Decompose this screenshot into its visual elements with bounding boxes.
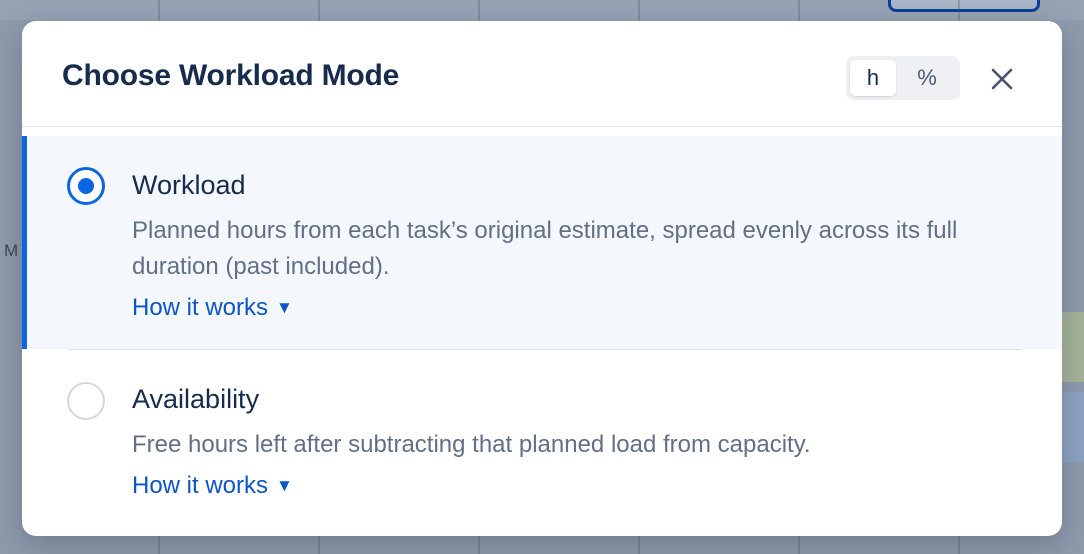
- background-bar-blue: [1062, 392, 1084, 462]
- background-column-label: M: [4, 241, 19, 260]
- option-workload[interactable]: Workload Planned hours from each task’s …: [22, 136, 1062, 349]
- option-workload-title: Workload: [132, 170, 246, 200]
- availability-radio[interactable]: [67, 382, 105, 420]
- option-workload-description: Planned hours from each task’s original …: [132, 217, 958, 280]
- link-label: How it works: [132, 472, 269, 499]
- caret-down-icon: ▼: [276, 476, 293, 495]
- workload-mode-dialog: Choose Workload Mode h % Workload Planne…: [22, 21, 1062, 536]
- workload-radio[interactable]: [67, 167, 105, 205]
- close-icon: [991, 68, 1013, 90]
- background-bar-green: [1062, 312, 1084, 382]
- option-divider: [68, 349, 1022, 350]
- unit-percent-button[interactable]: %: [904, 60, 950, 96]
- dialog-title: Choose Workload Mode: [62, 59, 400, 92]
- workload-how-it-works-link[interactable]: How it works ▼: [132, 294, 293, 322]
- dialog-header: Choose Workload Mode h %: [22, 21, 1062, 127]
- unit-hours-button[interactable]: h: [850, 60, 896, 96]
- unit-toggle: h %: [846, 56, 960, 100]
- availability-how-it-works-link[interactable]: How it works ▼: [132, 472, 293, 500]
- close-button[interactable]: [984, 61, 1020, 97]
- option-availability-description: Free hours left after subtracting that p…: [132, 431, 811, 458]
- option-availability[interactable]: Availability Free hours left after subtr…: [22, 351, 1062, 536]
- caret-down-icon: ▼: [276, 298, 293, 317]
- link-label: How it works: [132, 294, 269, 321]
- option-availability-title: Availability: [132, 384, 260, 414]
